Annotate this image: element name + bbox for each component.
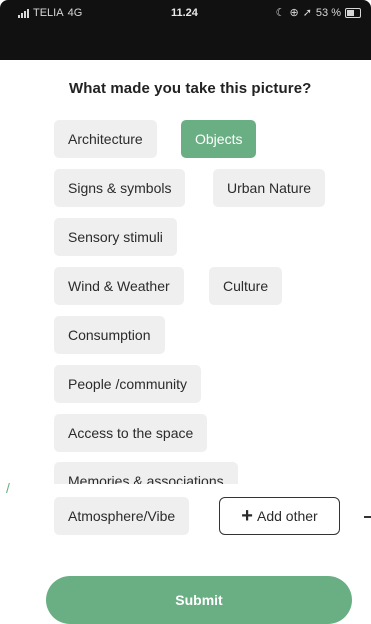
battery-percent: 53 % [315,6,341,19]
submit-button[interactable]: Submit [46,576,352,624]
carrier-info: TELIA 4G [18,7,82,19]
location-icon: ➚ [302,7,312,19]
chip-culture[interactable]: Culture [209,267,283,305]
moon-icon: ☾ [275,7,286,19]
lock-rotation-icon: ⊕ [289,7,299,19]
add-other-button[interactable]: + Add other [219,497,340,535]
question-title: What made you take this picture? [69,80,312,97]
edge-slash-mark: / [6,480,10,496]
chip-sensory-stimuli[interactable]: Sensory stimuli [54,218,177,256]
status-time: 11.24 [171,7,198,19]
chip-signs-symbols[interactable]: Signs & symbols [54,169,186,207]
chip-consumption[interactable]: Consumption [54,316,165,354]
chip-architecture[interactable]: Architecture [54,120,157,158]
battery-icon [345,7,361,18]
chip-wind-weather[interactable]: Wind & Weather [54,267,184,305]
chip-objects[interactable]: Objects [181,120,257,158]
signal-icon [18,8,29,18]
status-right: ☾ ⊕ ➚ 53 % [276,6,361,19]
edge-dash-mark [364,516,371,518]
chip-memories-associations[interactable]: Memories & associations [54,462,238,484]
carrier-name: TELIA [33,7,64,19]
plus-icon: + [241,505,253,527]
chip-urban-nature[interactable]: Urban Nature [213,169,326,207]
chip-access-to-the-space[interactable]: Access to the space [54,414,208,452]
add-other-label: Add other [256,508,318,524]
network-type: 4G [67,7,83,19]
chip-people-community[interactable]: People /community [54,365,202,403]
chip-atmosphere-vibe[interactable]: Atmosphere/Vibe [54,497,190,535]
status-bar: TELIA 4G 11.24 ☾ ⊕ ➚ 53 % [0,0,371,60]
